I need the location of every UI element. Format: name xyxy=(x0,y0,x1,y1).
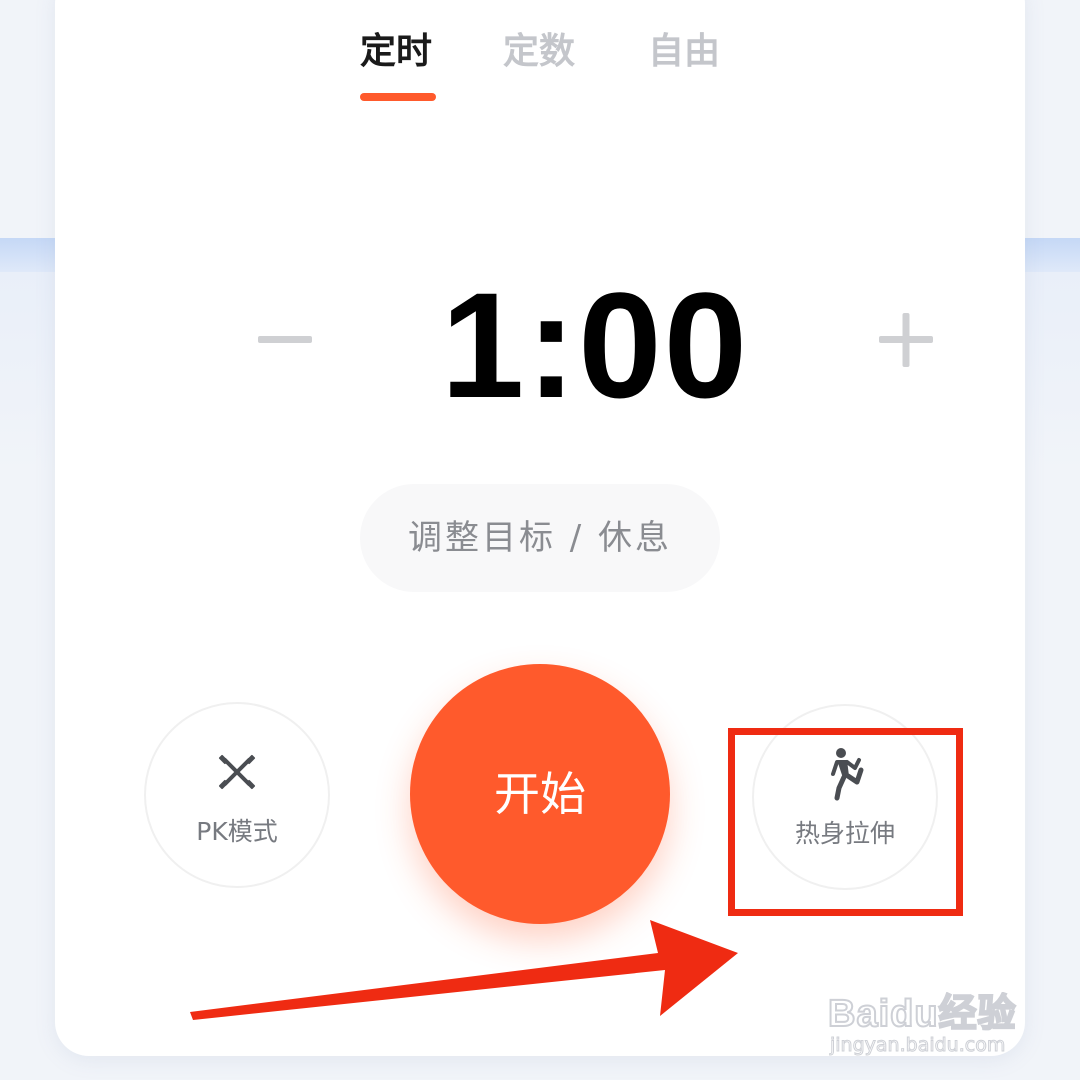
watermark-logo: Baidu经验 xyxy=(827,992,1017,1036)
increase-time-button[interactable] xyxy=(866,300,946,380)
mode-tabs: 定时 定数 自由 xyxy=(55,22,1025,112)
pk-mode-button[interactable]: PK模式 xyxy=(144,702,330,888)
warmup-stretch-button[interactable]: 热身拉伸 xyxy=(752,704,938,890)
active-tab-indicator xyxy=(360,93,436,101)
tab-count[interactable]: 定数 xyxy=(503,22,575,74)
workout-card: 定时 定数 自由 1:00 调整目标 / 休息 PK模式 开始 热身拉伸 xyxy=(55,0,1025,1056)
tab-free[interactable]: 自由 xyxy=(648,22,720,74)
decrease-time-button[interactable] xyxy=(247,300,327,380)
adjust-goal-rest-button[interactable]: 调整目标 / 休息 xyxy=(360,484,720,592)
running-person-icon xyxy=(825,746,865,806)
pk-mode-label: PK模式 xyxy=(196,817,278,846)
warmup-stretch-label: 热身拉伸 xyxy=(794,819,895,848)
watermark-url: jingyan.baidu.com xyxy=(829,1034,1006,1057)
baidu-watermark: Baidu经验 jingyan.baidu.com xyxy=(827,960,1028,1060)
plus-icon xyxy=(879,313,933,367)
minus-icon xyxy=(258,336,312,343)
crossed-dumbbells-icon xyxy=(217,752,257,796)
start-button[interactable]: 开始 xyxy=(410,664,670,924)
timer-display: 1:00 xyxy=(440,261,750,429)
tab-timed[interactable]: 定时 xyxy=(360,22,432,74)
